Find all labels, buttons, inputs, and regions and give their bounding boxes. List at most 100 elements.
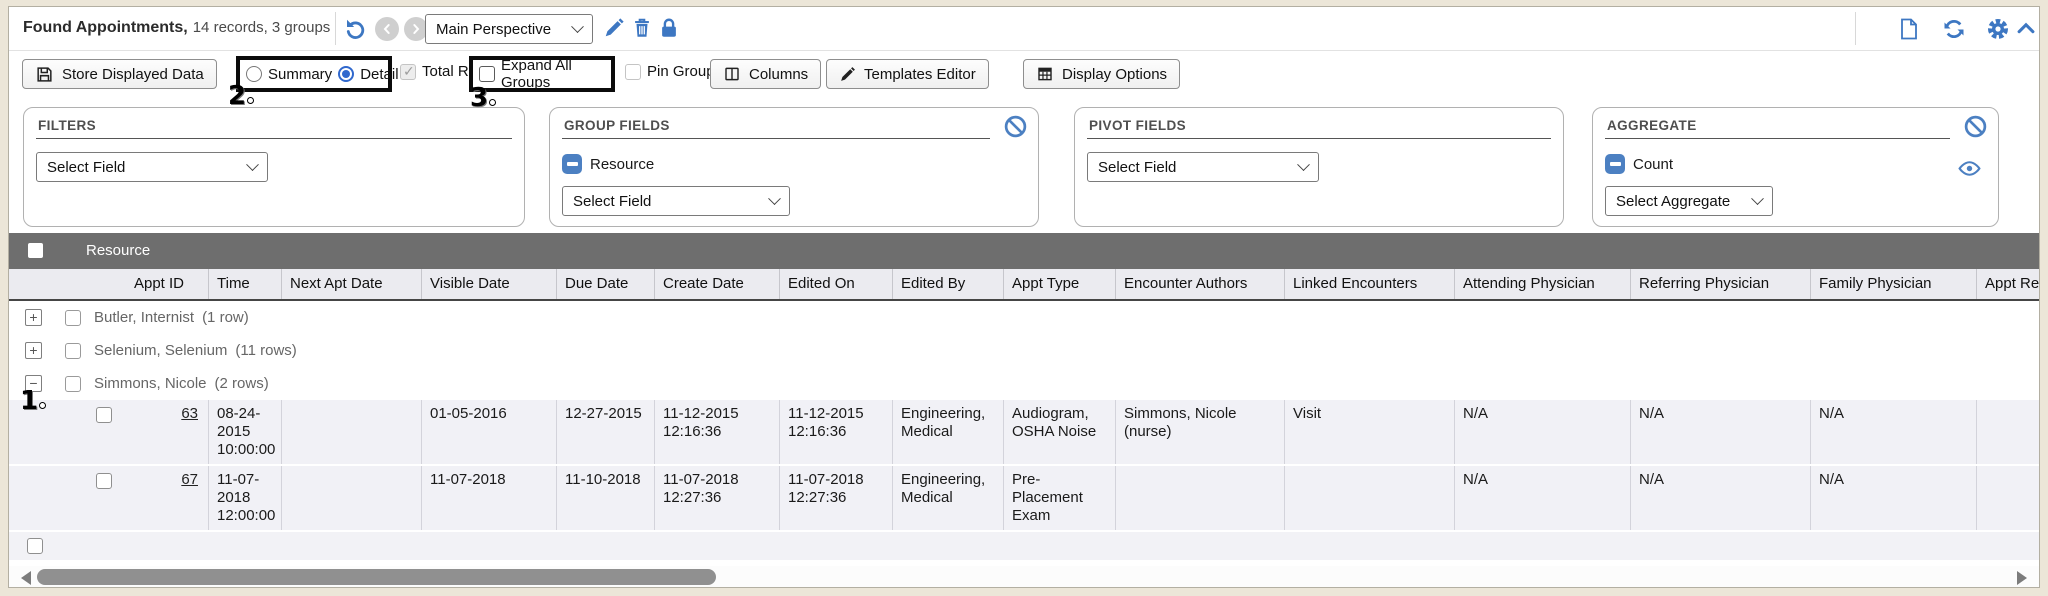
- cell-referring-physician: N/A: [1631, 466, 1811, 530]
- horizontal-scrollbar[interactable]: [9, 566, 2039, 588]
- group-field-chip-label: Resource: [590, 156, 654, 173]
- cell-appt-re: [1977, 466, 2039, 530]
- group-checkbox[interactable]: [65, 310, 81, 326]
- delete-perspective-icon[interactable]: [631, 17, 655, 41]
- group-field-chip-resource: Resource: [562, 154, 654, 174]
- save-icon: [35, 65, 54, 84]
- group-by-label: Resource: [86, 242, 150, 259]
- new-document-icon[interactable]: [1897, 17, 1921, 41]
- row-checkbox[interactable]: [96, 407, 112, 423]
- display-options-button[interactable]: Display Options: [1023, 59, 1180, 89]
- select-all-checkbox[interactable]: [28, 243, 43, 258]
- expand-all-groups-checkbox[interactable]: [479, 66, 495, 82]
- templates-editor-button[interactable]: Templates Editor: [826, 59, 989, 89]
- footer-checkbox[interactable]: [27, 538, 43, 554]
- aggregate-select[interactable]: Select Aggregate: [1605, 186, 1773, 216]
- group-fields-title: GROUP FIELDS: [562, 118, 990, 139]
- appt-id-link[interactable]: 67: [181, 471, 198, 488]
- column-header-appt-id[interactable]: Appt ID: [9, 269, 209, 299]
- expand-plus-icon[interactable]: +: [25, 309, 42, 326]
- column-header-visible-date[interactable]: Visible Date: [422, 269, 557, 299]
- appt-id-link[interactable]: 63: [181, 405, 198, 422]
- clear-group-fields-icon[interactable]: [1003, 114, 1028, 143]
- remove-field-icon[interactable]: [562, 154, 582, 174]
- group-checkbox[interactable]: [65, 343, 81, 359]
- toolbar: Store Displayed Data Summary Detail Tota…: [9, 52, 2039, 96]
- group-row-simmons: − Simmons, Nicole (2 rows): [9, 367, 2039, 400]
- refresh-icon[interactable]: [1942, 17, 1966, 41]
- column-header-next-apt-date[interactable]: Next Apt Date: [282, 269, 422, 299]
- column-header-create-date[interactable]: Create Date: [655, 269, 780, 299]
- column-header-edited-by[interactable]: Edited By: [893, 269, 1004, 299]
- remove-aggregate-icon[interactable]: [1605, 154, 1625, 174]
- scrollbar-thumb[interactable]: [37, 569, 716, 585]
- row-checkbox[interactable]: [96, 473, 112, 489]
- chevron-down-icon: [571, 20, 584, 33]
- cell-appt-type: Pre-Placement Exam: [1004, 466, 1116, 530]
- collapse-chevron-up-icon[interactable]: [2015, 17, 2039, 41]
- group-checkbox[interactable]: [65, 376, 81, 392]
- prev-perspective-icon[interactable]: [375, 17, 399, 41]
- detail-radio[interactable]: [338, 66, 354, 82]
- table-row: 67 11-07-2018 12:00:00 11-07-2018 11-10-…: [9, 466, 2040, 530]
- cell-appt-type: Audiogram, OSHA Noise: [1004, 400, 1116, 464]
- templates-editor-label: Templates Editor: [864, 66, 976, 83]
- group-name: Butler, Internist: [94, 309, 194, 326]
- cell-encounter-authors: [1116, 466, 1285, 530]
- group-by-bar: Resource: [9, 233, 2039, 269]
- chevron-down-icon: [1751, 192, 1764, 205]
- column-header-encounter-authors[interactable]: Encounter Authors: [1116, 269, 1285, 299]
- expand-plus-icon[interactable]: +: [25, 342, 42, 359]
- column-header-time[interactable]: Time: [209, 269, 282, 299]
- cell-create-date: 11-07-2018 12:27:36: [655, 466, 780, 530]
- perspective-select[interactable]: Main Perspective: [425, 14, 593, 44]
- group-field-select[interactable]: Select Field: [562, 186, 790, 216]
- group-row-selenium: + Selenium, Selenium (11 rows): [9, 334, 2039, 367]
- pin-groups-checkbox[interactable]: [625, 64, 641, 80]
- total-row-checkbox[interactable]: [400, 64, 416, 80]
- annotation-marker-3: 3: [470, 85, 496, 111]
- settings-gear-icon[interactable]: [1986, 17, 2010, 41]
- visibility-eye-icon[interactable]: [1957, 156, 1982, 185]
- column-header-linked-encounters[interactable]: Linked Encounters: [1285, 269, 1455, 299]
- aggregate-title: AGGREGATE: [1605, 118, 1950, 139]
- scroll-right-icon[interactable]: [2017, 571, 2027, 585]
- store-displayed-data-button[interactable]: Store Displayed Data: [22, 59, 217, 89]
- column-header-appt-type[interactable]: Appt Type: [1004, 269, 1116, 299]
- found-appointments-widget: Found Appointments,14 records, 3 groups …: [8, 6, 2040, 588]
- expand-all-groups-label: Expand All Groups: [501, 57, 605, 91]
- cell-due-date: 11-10-2018: [557, 466, 655, 530]
- cell-family-physician: N/A: [1811, 400, 1977, 464]
- annotation-marker-2: 2: [228, 83, 254, 109]
- lock-perspective-icon[interactable]: [658, 17, 682, 41]
- scroll-left-icon[interactable]: [21, 571, 31, 585]
- aggregate-panel: AGGREGATE Count Select Aggregate: [1592, 107, 1999, 227]
- undo-icon[interactable]: [343, 17, 367, 41]
- pivot-field-select[interactable]: Select Field: [1087, 152, 1319, 182]
- column-header-family-physician[interactable]: Family Physician: [1811, 269, 1977, 299]
- group-fields-panel: GROUP FIELDS Resource Select Field: [549, 107, 1039, 227]
- columns-button[interactable]: Columns: [710, 59, 821, 89]
- cell-visible-date: 11-07-2018: [422, 466, 557, 530]
- edit-perspective-icon[interactable]: [603, 17, 627, 41]
- filters-field-select[interactable]: Select Field: [36, 152, 268, 182]
- column-header-appt-re[interactable]: Appt Re: [1977, 269, 2039, 299]
- summary-radio[interactable]: [246, 66, 262, 82]
- column-header-referring-physician[interactable]: Referring Physician: [1631, 269, 1811, 299]
- clear-aggregate-icon[interactable]: [1963, 114, 1988, 143]
- display-options-label: Display Options: [1062, 66, 1167, 83]
- column-header-edited-on[interactable]: Edited On: [780, 269, 893, 299]
- cell-appt-id: 67: [9, 466, 209, 530]
- titlebar-divider: [335, 12, 336, 45]
- group-row-count: (11 rows): [235, 342, 296, 359]
- annotation-box-summary-detail: Summary Detail: [236, 56, 392, 92]
- cell-due-date: 12-27-2015: [557, 400, 655, 464]
- column-header-attending-physician[interactable]: Attending Physician: [1455, 269, 1631, 299]
- group-row-count: (1 row): [202, 309, 249, 326]
- cell-edited-by: Engineering, Medical: [893, 400, 1004, 464]
- column-header-due-date[interactable]: Due Date: [557, 269, 655, 299]
- cell-linked-encounters: Visit: [1285, 400, 1455, 464]
- field-panels: FILTERS Select Field GROUP FIELDS Resour…: [9, 97, 2039, 233]
- title-bar: Found Appointments,14 records, 3 groups …: [9, 7, 2039, 51]
- table-row: 63 08-24-2015 10:00:00 01-05-2016 12-27-…: [9, 400, 2040, 464]
